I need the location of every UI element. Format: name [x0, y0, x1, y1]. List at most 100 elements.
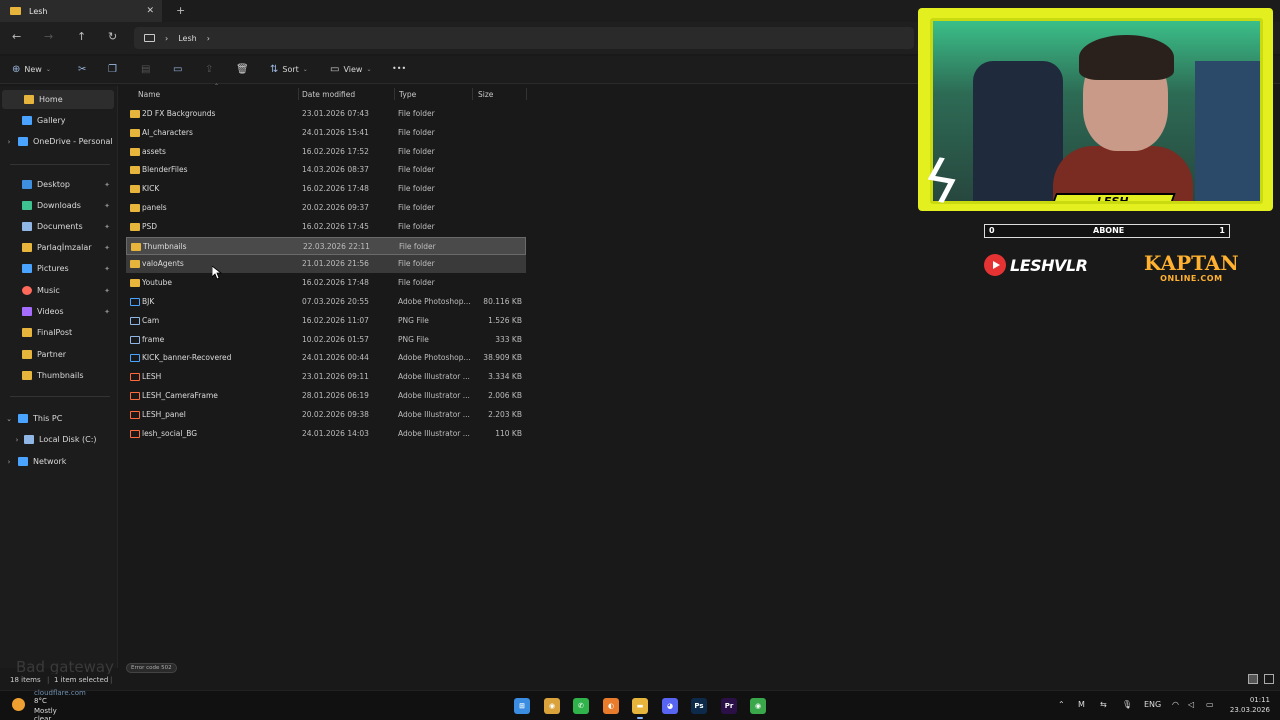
file-row[interactable]: Cam 16.02.2026 11:07 PNG File 1.526 KB — [126, 312, 526, 330]
new-button[interactable]: ⊕ New ⌄ — [12, 64, 51, 75]
file-row[interactable]: Youtube 16.02.2026 17:48 File folder — [126, 274, 526, 292]
up-button[interactable]: ↑ — [77, 30, 86, 43]
sidebar-item-documents[interactable]: Documents ✦ — [0, 217, 116, 236]
new-tab-button[interactable]: + — [176, 4, 185, 17]
file-row[interactable]: BJK 07.03.2026 20:55 Adobe Photoshop... 80.… — [126, 293, 526, 311]
file-row[interactable]: panels 20.02.2026 09:37 File folder — [126, 199, 526, 217]
column-name[interactable]: Name — [138, 90, 160, 99]
copy-button[interactable]: ❐ — [108, 64, 117, 75]
discord-icon[interactable]: ◕ — [662, 698, 678, 714]
sub-label: ABONE — [1093, 226, 1125, 235]
selection-count: 1 item selected — [54, 676, 109, 684]
column-type[interactable]: Type — [399, 90, 416, 99]
sidebar-item-this-pc[interactable]: ⌄ This PC — [0, 409, 116, 428]
wifi-icon[interactable]: ◠ — [1172, 700, 1179, 709]
wall-poster — [1195, 61, 1260, 201]
cut-button[interactable]: ✂ — [78, 64, 86, 75]
sidebar-item-onedrive[interactable]: › OneDrive - Personal — [0, 132, 116, 151]
file-row[interactable]: lesh_social_BG 24.01.2026 14:03 Adobe Illu… — [126, 425, 526, 443]
language-indicator[interactable]: ENG — [1144, 700, 1161, 709]
file-row[interactable]: assets 16.02.2026 17:52 File folder — [126, 143, 526, 161]
chevron-up-icon[interactable]: ⌃ — [1058, 700, 1065, 709]
tab-lesh[interactable]: Lesh ✕ — [0, 0, 162, 22]
sidebar-item-gallery[interactable]: Gallery — [0, 111, 116, 130]
file-type: File folder — [398, 127, 435, 137]
paste-button[interactable]: ▤ — [141, 64, 150, 75]
folder-icon — [131, 242, 141, 251]
chevron-down-icon[interactable]: ⌄ — [4, 415, 14, 423]
whatsapp-icon[interactable]: ✆ — [573, 698, 589, 714]
column-divider[interactable] — [298, 88, 299, 100]
breadcrumb-sep[interactable]: › — [207, 34, 210, 43]
file-row[interactable]: valoAgents 21.01.2026 21:56 File folder — [126, 255, 526, 274]
share-button[interactable]: ⇪ — [205, 64, 213, 75]
file-row[interactable]: PSD 16.02.2026 17:45 File folder — [126, 218, 526, 236]
column-divider[interactable] — [472, 88, 473, 100]
file-row[interactable]: LESH 23.01.2026 09:11 Adobe Illustrator ..… — [126, 368, 526, 386]
sidebar-item-label: OneDrive - Personal — [33, 137, 113, 146]
chrome-alt-icon[interactable]: ◉ — [750, 698, 766, 714]
column-date[interactable]: Date modified — [302, 90, 355, 99]
start-icon[interactable]: ⊞ — [514, 698, 530, 714]
file-row[interactable]: LESH_CameraFrame 28.01.2026 06:19 Adobe Il… — [126, 387, 526, 405]
sidebar-item-pictures[interactable]: Pictures ✦ — [0, 259, 116, 278]
breadcrumb-lesh[interactable]: Lesh — [178, 34, 196, 43]
sidebar-item-label: Home — [39, 95, 63, 104]
sidebar-item-downloads[interactable]: Downloads ✦ — [0, 196, 116, 215]
sidebar-item-finalpost[interactable]: FinalPost — [0, 323, 116, 342]
refresh-button[interactable]: ↻ — [108, 30, 117, 43]
photoshop-icon[interactable]: Ps — [691, 698, 707, 714]
premiere-icon[interactable]: Pr — [721, 698, 737, 714]
file-row[interactable]: AI_characters 24.01.2026 15:41 File folder — [126, 124, 526, 142]
sort-button[interactable]: ⇅ Sort ⌄ — [270, 64, 308, 75]
chevron-right-icon[interactable]: › — [4, 458, 14, 466]
details-view-icon[interactable] — [1248, 674, 1258, 684]
file-size: 3.334 KB — [488, 372, 522, 382]
folder-icon — [130, 110, 140, 118]
file-row[interactable]: Thumbnails 22.03.2026 22:11 File folder — [126, 236, 526, 255]
sidebar-item-network[interactable]: › Network — [0, 452, 116, 471]
delete-button[interactable]: 🗑 — [236, 64, 249, 75]
tiles-view-icon[interactable] — [1264, 674, 1274, 684]
sidebar-item-music[interactable]: Music ✦ — [0, 281, 116, 300]
sidebar-item-thumbnails[interactable]: Thumbnails — [0, 366, 116, 385]
volume-icon[interactable]: ◁ — [1188, 700, 1194, 709]
rename-button[interactable]: ▭ — [173, 64, 182, 75]
sidebar-item-partner[interactable]: Partner — [0, 345, 116, 364]
chrome-icon[interactable]: ◉ — [544, 698, 560, 714]
sidebar-item-local-disk[interactable]: › Local Disk (C:) — [0, 430, 116, 449]
file-name: PSD — [142, 221, 158, 231]
view-button[interactable]: ▭ View ⌄ — [330, 64, 371, 75]
chevron-right-icon[interactable]: › — [4, 138, 14, 146]
folder-icon — [130, 222, 140, 231]
back-button[interactable]: ← — [12, 30, 21, 43]
file-row[interactable]: BlenderFiles 14.03.2026 08:37 File folder — [126, 161, 526, 179]
sidebar-item-videos[interactable]: Videos ✦ — [0, 302, 116, 321]
microphone-icon[interactable]: 🎙 — [1122, 700, 1132, 709]
address-bar[interactable]: › Lesh › — [134, 27, 914, 49]
column-divider[interactable] — [394, 88, 395, 100]
gmail-icon[interactable]: M — [1078, 700, 1085, 709]
battery-icon[interactable]: ▭ — [1206, 700, 1214, 709]
folder-icon — [130, 128, 140, 137]
close-tab-icon[interactable]: ✕ — [146, 6, 154, 16]
kaptan-logo-top: KAPTAN — [1144, 251, 1239, 275]
sidebar-item-parlaqimzalar[interactable]: Parlaqİmzalar ✦ — [0, 238, 116, 257]
forward-button[interactable]: → — [44, 30, 53, 43]
more-options-button[interactable]: ••• — [392, 64, 406, 73]
sidebar-item-home[interactable]: Home — [2, 90, 114, 109]
column-divider[interactable] — [526, 88, 527, 100]
file-row[interactable]: LESH_panel 20.02.2026 09:38 Adobe Illustra… — [126, 406, 526, 424]
file-row[interactable]: KICK 16.02.2026 17:48 File folder — [126, 180, 526, 198]
blender-icon[interactable]: ◐ — [603, 698, 619, 714]
steam-icon[interactable]: ⇆ — [1100, 700, 1107, 709]
navigation-pane: Home Gallery › OneDrive - Personal Deskt… — [0, 86, 118, 668]
clock[interactable]: 01:11 23.03.2026 — [1230, 695, 1270, 715]
file-row[interactable]: 2D FX Backgrounds 23.01.2026 07:43 File fo… — [126, 105, 526, 123]
column-size[interactable]: Size — [478, 90, 493, 99]
file-row[interactable]: KICK_banner-Recovered 24.01.2026 00:44 Ado… — [126, 349, 526, 367]
file-explorer-icon[interactable]: ▬ — [632, 698, 648, 719]
chevron-right-icon[interactable]: › — [12, 436, 22, 444]
sidebar-item-desktop[interactable]: Desktop ✦ — [0, 175, 116, 194]
file-row[interactable]: frame 10.02.2026 01:57 PNG File 333 KB — [126, 331, 526, 349]
